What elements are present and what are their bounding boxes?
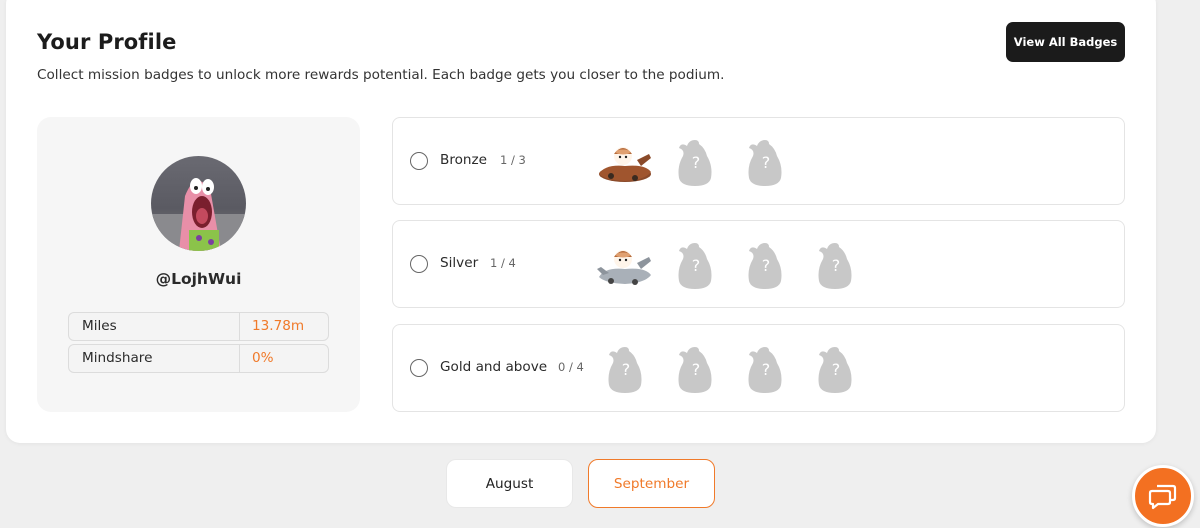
tier-count: 1 / 3 [500,153,526,167]
stat-value: 0% [252,350,274,366]
svg-text:?: ? [832,360,841,379]
locked-badge-icon: ? [818,243,852,289]
tier-row-bronze[interactable]: Bronze 1 / 3 ? ? [392,117,1125,205]
stat-row-miles: Miles 13.78m [68,312,329,341]
silver-plane-badge-icon [597,250,651,285]
stat-row-mindshare: Mindshare 0% [68,344,329,373]
locked-badge-icon: ? [748,140,782,186]
stat-label: Miles [69,313,240,340]
svg-text:?: ? [622,360,631,379]
view-all-badges-button[interactable]: View All Badges [1006,22,1125,62]
tier-row-gold[interactable]: Gold and above 0 / 4 ? ? ? ? [392,324,1125,412]
tier-radio-silver[interactable] [410,255,428,273]
chat-bubble-icon [1148,484,1177,510]
svg-text:?: ? [762,153,771,172]
locked-badge-icon: ? [748,347,782,393]
stat-label: Mindshare [69,345,240,372]
tier-radio-bronze[interactable] [410,152,428,170]
tier-name: Gold and above [440,359,548,375]
profile-panel: @LojhWui Miles 13.78m Mindshare 0% [37,117,360,412]
bronze-plane-badge-icon [599,147,651,182]
svg-text:?: ? [762,256,771,275]
stats-table: Miles 13.78m Mindshare 0% [68,312,329,376]
tier-name: Silver [440,255,479,271]
page-title: Your Profile [37,30,177,54]
avatar [151,156,246,251]
stat-value: 13.78m [252,318,305,334]
svg-text:?: ? [762,360,771,379]
tier-row-silver[interactable]: Silver 1 / 4 ? ? ? [392,220,1125,308]
month-tab-september[interactable]: September [588,459,715,508]
locked-badge-icon: ? [818,347,852,393]
svg-text:?: ? [832,256,841,275]
tier-count: 0 / 4 [558,360,584,374]
svg-text:?: ? [692,256,701,275]
page-subtitle: Collect mission badges to unlock more re… [37,67,725,83]
chat-button[interactable] [1132,465,1194,527]
locked-badge-icon: ? [748,243,782,289]
month-tab-august[interactable]: August [446,459,573,508]
avatar-image [151,156,246,251]
username: @LojhWui [155,270,242,288]
locked-badge-icon: ? [678,243,712,289]
locked-badge-icon: ? [608,347,642,393]
locked-badge-icon: ? [678,140,712,186]
svg-text:?: ? [692,153,701,172]
tier-name: Bronze [440,152,488,168]
tier-count: 1 / 4 [490,256,516,270]
svg-text:?: ? [692,360,701,379]
locked-badge-icon: ? [678,347,712,393]
tier-radio-gold[interactable] [410,359,428,377]
